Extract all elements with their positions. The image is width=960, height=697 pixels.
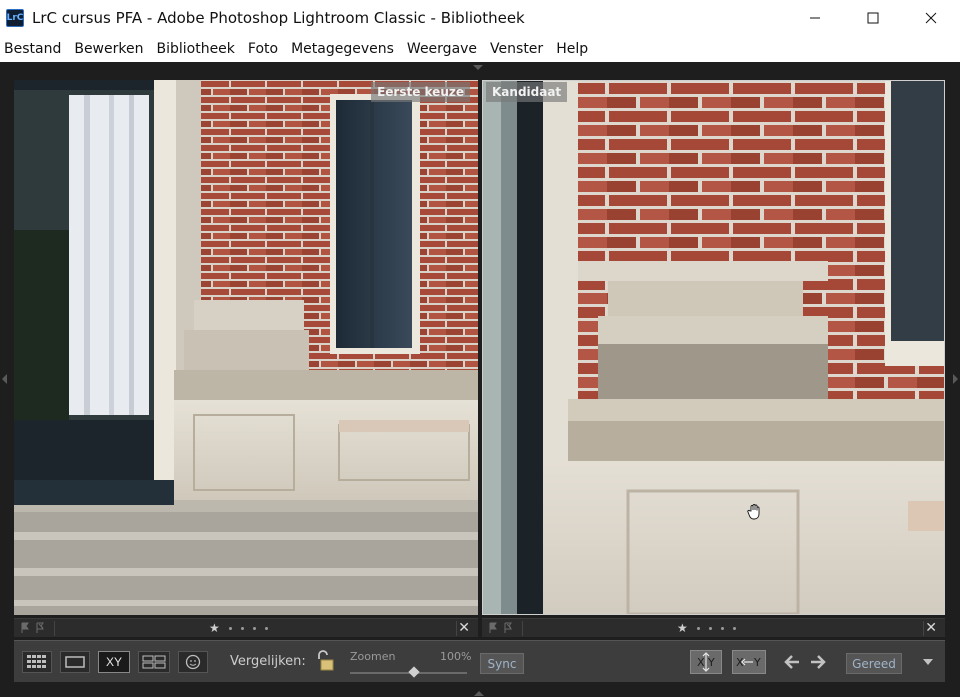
previous-photo-icon[interactable] <box>783 654 801 670</box>
svg-text:Y: Y <box>753 656 761 669</box>
unlock-icon[interactable] <box>312 649 336 673</box>
lightroom-window: LrC LrC cursus PFA - Adobe Photoshop Lig… <box>0 0 960 697</box>
loupe-view-icon <box>65 656 85 668</box>
star-icon[interactable]: ★ <box>209 621 220 635</box>
flag-reject-icon[interactable] <box>503 622 513 634</box>
rating-dot[interactable] <box>240 626 244 630</box>
menu-metagegevens[interactable]: Metagegevens <box>291 41 394 57</box>
select-photo-pane[interactable]: Eerste keuze <box>14 80 478 615</box>
filmstrip-toggle-icon[interactable] <box>474 691 484 696</box>
grid-view-button[interactable] <box>22 651 52 673</box>
flag-pick-icon[interactable] <box>20 622 30 634</box>
close-window-button[interactable] <box>902 0 960 36</box>
zoom-value: 100% <box>440 650 472 663</box>
swap-icon: X Y <box>697 652 715 672</box>
svg-text:X: X <box>697 656 705 669</box>
star-icon[interactable]: ★ <box>677 621 688 635</box>
flag-reject-icon[interactable] <box>35 622 45 634</box>
toolbar-options-chevron-icon[interactable] <box>922 657 934 667</box>
survey-view-icon <box>142 655 166 669</box>
strip-separator <box>522 621 523 636</box>
next-photo-icon[interactable] <box>809 654 827 670</box>
make-select-icon: X Y <box>736 656 761 669</box>
candidate-label: Kandidaat <box>486 82 568 102</box>
close-icon <box>925 12 937 24</box>
menu-bestand[interactable]: Bestand <box>4 41 61 57</box>
candidate-flags <box>488 622 513 634</box>
candidate-photo-pane[interactable]: Kandidaat <box>482 80 945 615</box>
sync-button[interactable]: Sync <box>480 653 524 674</box>
select-flags <box>20 622 45 634</box>
rating-dot[interactable] <box>228 626 232 630</box>
face-icon <box>185 654 201 670</box>
swap-button[interactable]: X Y <box>690 650 722 674</box>
minimize-icon <box>810 17 820 19</box>
strip-separator <box>923 621 924 636</box>
strip-separator <box>54 621 55 636</box>
top-panel-toggle-icon[interactable] <box>473 65 483 70</box>
compare-view-button[interactable]: XY <box>98 651 130 673</box>
rating-dot[interactable] <box>720 626 724 630</box>
rating-dot[interactable] <box>696 626 700 630</box>
candidate-info-strip: ★ ✕ <box>482 618 945 637</box>
minimize-button[interactable] <box>786 0 844 36</box>
left-panel-toggle-icon[interactable] <box>2 374 7 384</box>
rating-dot[interactable] <box>252 626 256 630</box>
grid-view-icon <box>27 655 46 668</box>
hand-cursor-icon <box>747 504 760 520</box>
menu-foto[interactable]: Foto <box>248 41 278 57</box>
survey-view-button[interactable] <box>138 651 170 673</box>
candidate-rating[interactable]: ★ <box>677 621 736 635</box>
menu-weergave[interactable]: Weergave <box>407 41 477 57</box>
compare-view-label: XY <box>105 655 122 669</box>
rating-dot[interactable] <box>264 626 268 630</box>
compare-label: Vergelijken: <box>230 654 306 669</box>
select-rating[interactable]: ★ <box>209 621 268 635</box>
title-bar: LrC LrC cursus PFA - Adobe Photoshop Lig… <box>0 0 960 36</box>
lrc-logo-icon: LrC <box>6 9 24 27</box>
menu-bewerken[interactable]: Bewerken <box>74 41 143 57</box>
candidate-close-icon[interactable]: ✕ <box>925 619 937 636</box>
select-close-icon[interactable]: ✕ <box>458 619 470 636</box>
right-panel-toggle-icon[interactable] <box>953 374 958 384</box>
rating-dot[interactable] <box>732 626 736 630</box>
menu-venster[interactable]: Venster <box>490 41 543 57</box>
menu-bar: Bestand Bewerken Bibliotheek Foto Metage… <box>0 36 960 62</box>
maximize-icon <box>867 12 879 24</box>
window-controls <box>786 0 960 36</box>
make-select-button[interactable]: X Y <box>732 650 766 674</box>
rating-dot[interactable] <box>708 626 712 630</box>
candidate-photo-image <box>483 81 944 614</box>
loupe-view-button[interactable] <box>60 651 90 673</box>
menu-help[interactable]: Help <box>556 41 588 57</box>
compare-toolbar: XY Vergelijken: Zoomen 100% Sync X Y X Y… <box>14 640 945 682</box>
menu-bibliotheek[interactable]: Bibliotheek <box>156 41 234 57</box>
select-label: Eerste keuze <box>371 82 470 102</box>
compare-workspace: Eerste keuze Kandidaat ★ ✕ ★ ✕ XY Vergel… <box>0 62 960 697</box>
people-view-button[interactable] <box>178 651 208 673</box>
select-info-strip: ★ ✕ <box>14 618 478 637</box>
done-button[interactable]: Gereed <box>846 653 902 674</box>
zoom-label: Zoomen <box>350 650 396 663</box>
window-title: LrC cursus PFA - Adobe Photoshop Lightro… <box>32 9 525 27</box>
strip-separator <box>456 621 457 636</box>
svg-text:Y: Y <box>707 656 715 669</box>
zoom-slider[interactable] <box>350 666 467 678</box>
select-photo-image <box>14 80 478 615</box>
maximize-button[interactable] <box>844 0 902 36</box>
flag-pick-icon[interactable] <box>488 622 498 634</box>
zoom-slider-thumb[interactable] <box>408 666 421 678</box>
